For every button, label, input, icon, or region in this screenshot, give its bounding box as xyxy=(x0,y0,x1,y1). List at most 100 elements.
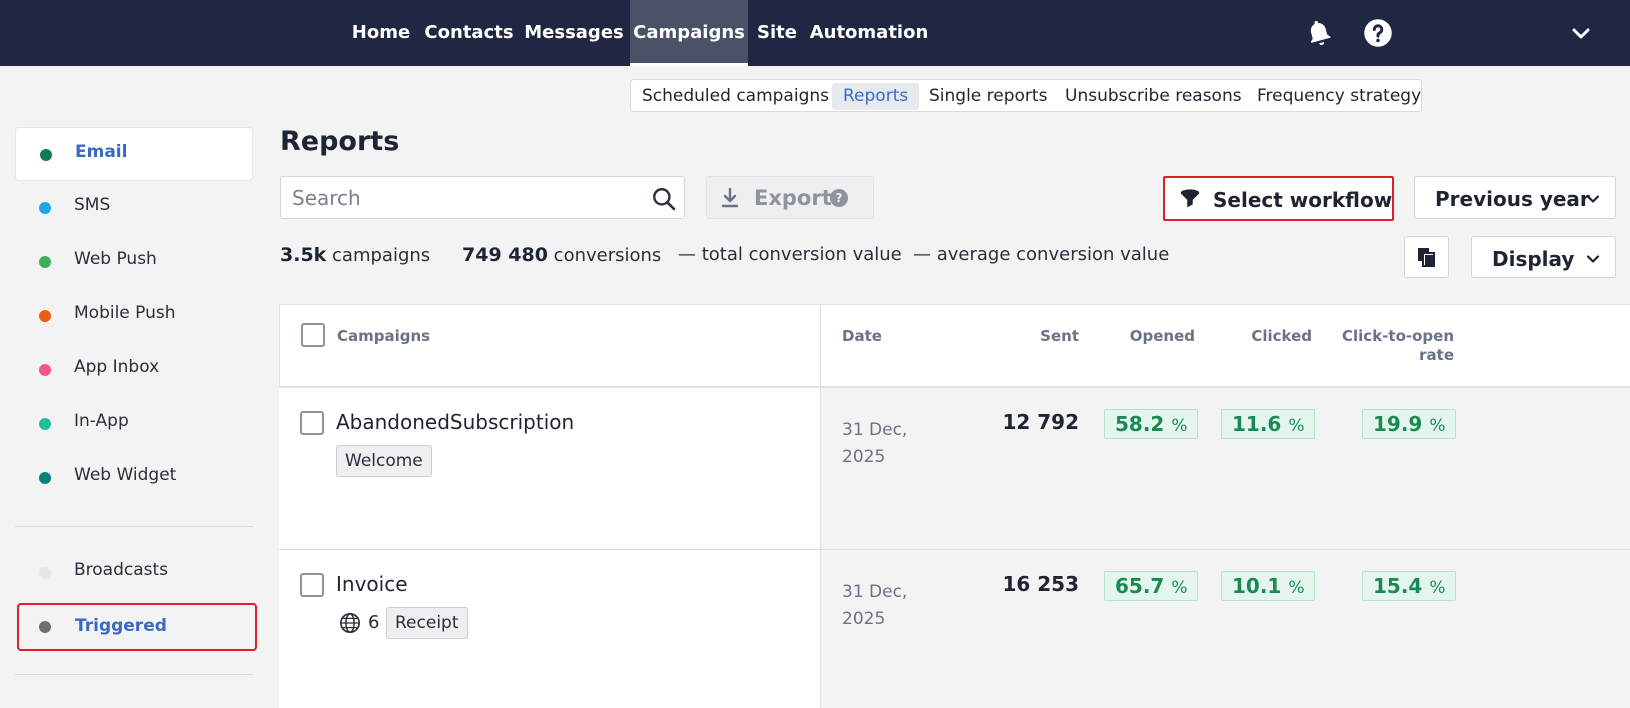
row-checkbox[interactable] xyxy=(300,411,324,435)
search-icon[interactable] xyxy=(651,186,677,212)
select-workflow-button[interactable]: Select workflow xyxy=(1163,176,1394,221)
row-opened-badge: 65.7 % xyxy=(1104,571,1199,601)
filter-funnel-icon xyxy=(1180,189,1200,208)
sidebar-item-label: Mobile Push xyxy=(74,303,176,323)
sidebar-item-label: In-App xyxy=(74,411,129,431)
row-date: 31 Dec, 2025 xyxy=(842,582,908,629)
campaign-name[interactable]: AbandonedSubscription xyxy=(336,410,574,434)
table-header-left: Campaigns xyxy=(279,305,821,388)
column-header-opened: Opened xyxy=(1129,327,1195,345)
column-header-click-to-open-rate: Click-to-open rate xyxy=(1342,327,1454,364)
channel-dot xyxy=(39,256,51,268)
table-header-right: Date Sent Opened Clicked Click-to-open ra… xyxy=(821,305,1630,388)
nav-contacts[interactable]: Contacts xyxy=(419,0,519,66)
channel-dot xyxy=(39,472,51,484)
display-dropdown[interactable]: Display xyxy=(1471,236,1616,278)
campaigns-table: Campaigns AbandonedSubscription Welcome … xyxy=(279,304,1630,708)
sidebar-item-in-app[interactable]: In-App xyxy=(15,397,253,451)
row-cto-badge: 19.9 % xyxy=(1362,409,1457,439)
help-icon[interactable] xyxy=(1363,18,1393,48)
subnav-reports[interactable]: Reports xyxy=(832,83,920,110)
subnav-single-reports[interactable]: Single reports xyxy=(918,83,1058,110)
stat-total-conversion-value: — total conversion value xyxy=(678,244,902,265)
type-dot xyxy=(39,567,51,579)
row-date: 31 Dec, 2025 xyxy=(842,420,908,467)
display-dropdown-label: Display xyxy=(1492,247,1575,271)
stat-campaigns: 3.5k campaigns xyxy=(280,244,431,266)
sidebar-item-web-push[interactable]: Web Push xyxy=(15,235,253,289)
row-checkbox[interactable] xyxy=(300,573,324,597)
top-navigation: Home Contacts Messages Campaigns Site Au… xyxy=(0,0,1630,66)
column-header-clicked: Clicked xyxy=(1251,327,1312,345)
download-icon xyxy=(721,187,739,208)
sidebar-item-label: App Inbox xyxy=(74,357,160,377)
nav-automation[interactable]: Automation xyxy=(806,0,932,66)
period-dropdown[interactable]: Previous year xyxy=(1414,176,1616,219)
language-count: 6 xyxy=(368,612,380,633)
column-header-campaigns: Campaigns xyxy=(337,327,431,345)
subnav-scheduled-campaigns[interactable]: Scheduled campaigns xyxy=(631,83,840,110)
subnav-unsubscribe-reasons[interactable]: Unsubscribe reasons xyxy=(1054,83,1253,110)
bell-icon[interactable] xyxy=(1304,18,1334,48)
select-all-checkbox[interactable] xyxy=(301,323,325,347)
select-workflow-label: Select workflow xyxy=(1213,188,1393,212)
row-sent: 16 253 xyxy=(1002,572,1079,596)
table-left-column: Campaigns AbandonedSubscription Welcome … xyxy=(279,305,821,708)
sidebar-item-triggered[interactable]: Triggered xyxy=(17,603,257,651)
chevron-down-icon xyxy=(1586,195,1600,203)
sidebar-item-sms[interactable]: SMS xyxy=(15,181,253,235)
nav-home[interactable]: Home xyxy=(343,0,419,66)
row-divider xyxy=(279,549,821,550)
subnav-frequency-strategy[interactable]: Frequency strategy xyxy=(1246,83,1432,110)
stat-average-conversion-value: — average conversion value xyxy=(913,244,1170,265)
type-dot xyxy=(39,621,51,633)
period-dropdown-label: Previous year xyxy=(1435,187,1590,211)
nav-messages[interactable]: Messages xyxy=(519,0,629,66)
chevron-down-icon xyxy=(1586,255,1600,263)
campaigns-subnav: Scheduled campaigns Reports Single repor… xyxy=(630,79,1422,112)
export-label: Export xyxy=(754,186,832,210)
copy-button[interactable] xyxy=(1404,236,1449,278)
copy-icon xyxy=(1418,248,1435,267)
sidebar-item-broadcasts[interactable]: Broadcasts xyxy=(15,546,253,600)
page-title: Reports xyxy=(280,126,400,157)
globe-icon xyxy=(340,613,360,633)
sidebar-item-app-inbox[interactable]: App Inbox xyxy=(15,343,253,397)
sidebar-item-label: Broadcasts xyxy=(74,560,169,580)
channel-dot xyxy=(39,364,51,376)
campaign-tag: Receipt xyxy=(386,607,468,639)
stat-conversions: 749 480 conversions xyxy=(462,244,662,266)
channel-dot xyxy=(39,310,51,322)
row-divider xyxy=(821,549,1630,550)
sidebar-item-label: Web Push xyxy=(74,249,157,269)
search-box[interactable] xyxy=(280,176,685,219)
row-opened-badge: 58.2 % xyxy=(1104,409,1199,439)
sidebar-item-web-widget[interactable]: Web Widget xyxy=(15,451,253,505)
channel-dot xyxy=(39,418,51,430)
sidebar-divider xyxy=(15,674,253,675)
sidebar-item-label: Email xyxy=(75,142,128,162)
sidebar-item-email[interactable]: Email xyxy=(15,127,253,181)
search-input[interactable] xyxy=(281,177,631,218)
nav-campaigns[interactable]: Campaigns xyxy=(630,0,748,66)
nav-site[interactable]: Site xyxy=(748,0,806,66)
question-circle-icon[interactable]: ? xyxy=(830,189,848,207)
table-right-column: Date Sent Opened Clicked Click-to-open ra… xyxy=(821,305,1630,708)
chevron-down-icon[interactable] xyxy=(1569,22,1593,46)
channel-dot xyxy=(39,202,51,214)
campaign-tag: Welcome xyxy=(336,445,432,477)
export-button[interactable]: Export ? xyxy=(706,176,874,219)
row-clicked-badge: 10.1 % xyxy=(1221,571,1316,601)
campaign-name[interactable]: Invoice xyxy=(336,572,408,596)
sidebar-item-label: SMS xyxy=(74,195,111,215)
channel-dot xyxy=(40,149,52,161)
sidebar-divider xyxy=(15,526,253,527)
column-header-sent: Sent xyxy=(1040,327,1079,345)
row-sent: 12 792 xyxy=(1002,410,1079,434)
row-clicked-badge: 11.6 % xyxy=(1221,409,1316,439)
row-cto-badge: 15.4 % xyxy=(1362,571,1457,601)
sidebar-item-label: Triggered xyxy=(75,616,167,636)
sidebar-item-mobile-push[interactable]: Mobile Push xyxy=(15,289,253,343)
sidebar-item-label: Web Widget xyxy=(74,465,177,485)
column-header-date: Date xyxy=(842,327,882,345)
